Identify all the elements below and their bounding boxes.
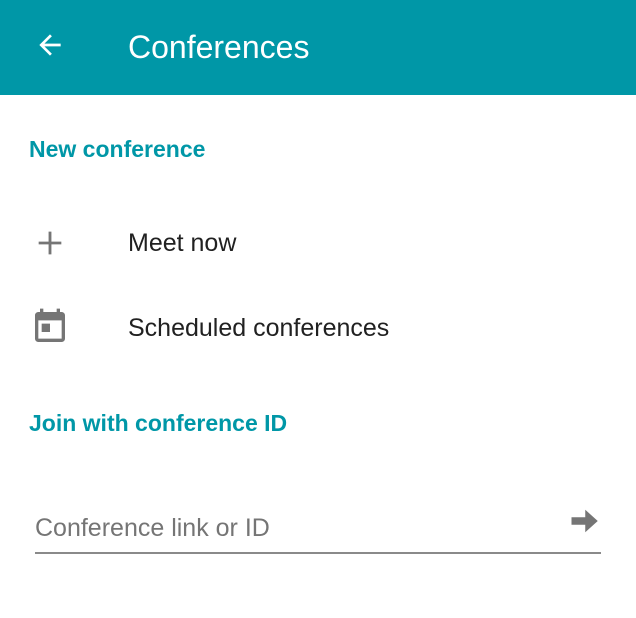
conference-id-input[interactable]: [35, 508, 555, 548]
calendar-icon: [30, 307, 70, 347]
arrow-back-icon: [34, 29, 66, 66]
conferences-screen: Conferences New conference Meet now Sche…: [0, 0, 636, 618]
app-bar: Conferences: [0, 0, 636, 95]
page-title: Conferences: [128, 29, 310, 65]
join-submit-button[interactable]: [567, 506, 601, 540]
section-header-join: Join with conference ID: [29, 410, 288, 436]
arrow-forward-icon: [569, 506, 599, 541]
meet-now-item[interactable]: Meet now: [0, 202, 636, 284]
meet-now-label: Meet now: [128, 229, 237, 257]
section-header-new-conference: New conference: [29, 136, 206, 162]
scheduled-conferences-label: Scheduled conferences: [128, 314, 390, 342]
back-button[interactable]: [22, 22, 78, 72]
plus-icon: [30, 223, 70, 263]
conference-id-field: [35, 500, 601, 554]
scheduled-conferences-item[interactable]: Scheduled conferences: [0, 287, 636, 369]
